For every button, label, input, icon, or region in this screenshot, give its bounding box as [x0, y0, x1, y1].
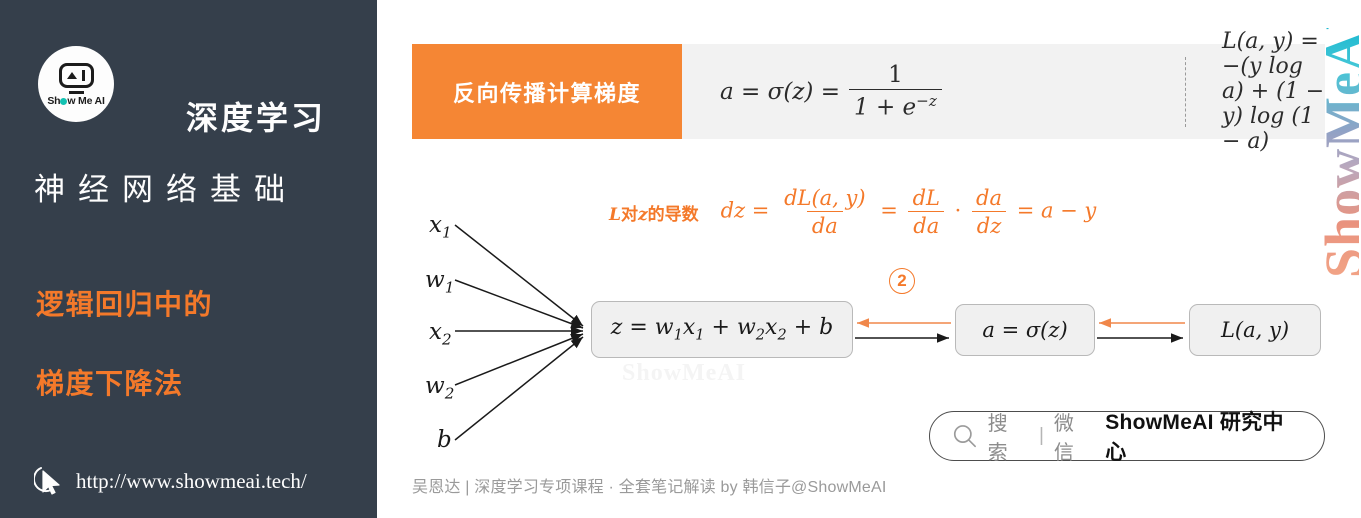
topic-subtitle-line2: 梯度下降法: [36, 368, 184, 399]
caret-up-icon: [66, 72, 77, 80]
edge-b-to-z: [454, 336, 584, 441]
input-var-b: b: [437, 427, 452, 453]
showmeai-logo: Sh w Me AI: [38, 46, 114, 122]
node-z: z = w1x1 + w2x2 + b: [591, 301, 853, 358]
input-var-w2: w2: [425, 373, 455, 403]
node-loss: L(a, y): [1189, 304, 1321, 356]
search-icon: [953, 425, 976, 448]
input-var-x2: x2: [429, 319, 452, 349]
robot-mouth-icon: [68, 90, 84, 94]
bar-icon: [81, 70, 86, 82]
step-badge-2: 2: [889, 268, 915, 294]
edge-w2-to-z: [454, 333, 584, 386]
search-separator: |: [1038, 425, 1044, 446]
mouse-cursor-icon: [34, 467, 60, 495]
logo-word-left: Sh: [47, 94, 61, 107]
search-label: 搜索: [987, 413, 1009, 464]
node-a-label: a = σ(z): [982, 318, 1068, 342]
node-a: a = σ(z): [955, 304, 1095, 356]
input-var-x1: x1: [429, 212, 452, 242]
search-brand: ShowMeAI 研究中心: [1105, 411, 1284, 464]
website-url-text: http://www.showmeai.tech/: [76, 468, 307, 493]
website-url-row[interactable]: http://www.showmeai.tech/: [34, 465, 307, 497]
sidebar: Sh w Me AI 深度学习 神经网络基础 逻辑回归中的 梯度下降法 http:…: [0, 0, 377, 518]
edge-x1-to-z: [454, 224, 584, 327]
course-title-line1: 深度学习: [186, 100, 327, 136]
logo-wordmark: Sh w Me AI: [47, 94, 105, 107]
course-title-line2: 神经网络基础: [34, 172, 298, 207]
edge-w1-to-z: [454, 279, 584, 329]
main-content: 反向传播计算梯度 a = σ(z) = 1 1 + e−z L(a, y) = …: [377, 0, 1361, 518]
search-channel: 微信: [1053, 413, 1075, 464]
node-loss-label: L(a, y): [1220, 318, 1290, 342]
node-z-label: z = w1x1 + w2x2 + b: [610, 315, 834, 344]
logo-word-right: w Me AI: [67, 94, 105, 107]
footer-caption: 吴恩达 | 深度学习专项课程 · 全套笔记解读 by 韩信子@ShowMeAI: [412, 479, 887, 496]
slide-root: Sh w Me AI 深度学习 神经网络基础 逻辑回归中的 梯度下降法 http:…: [0, 0, 1361, 518]
input-var-w1: w1: [425, 267, 455, 297]
right-watermark: ShowMeAI: [1314, 8, 1361, 278]
wechat-search-pill[interactable]: 搜索 | 微信 ShowMeAI 研究中心: [929, 411, 1325, 464]
topic-subtitle-line1: 逻辑回归中的: [36, 289, 214, 320]
center-watermark: ShowMeAI: [622, 360, 747, 386]
robot-face-icon: [58, 63, 94, 89]
